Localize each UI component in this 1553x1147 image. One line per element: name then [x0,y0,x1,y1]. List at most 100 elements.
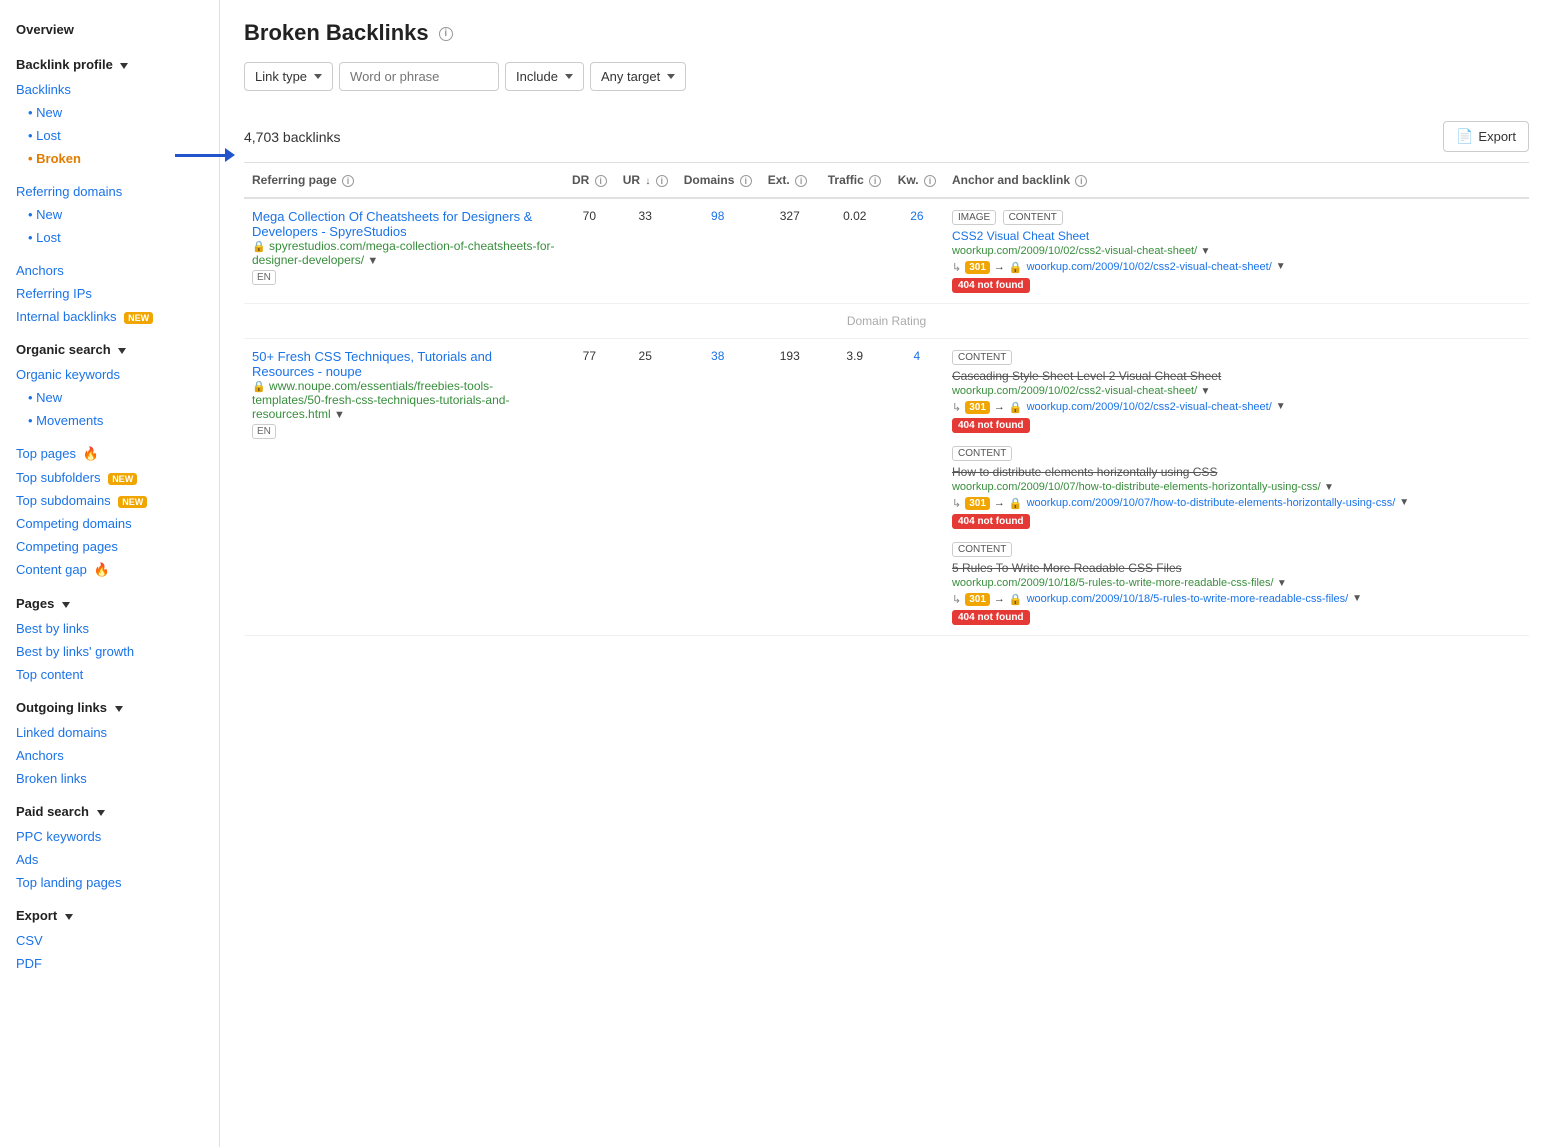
ur-cell-1: 33 [615,198,676,304]
extra-redirect-dropdown-2[interactable]: ▼ [1352,593,1362,604]
sidebar-pages[interactable]: Pages [0,590,219,617]
ur-cell-2: 25 [615,339,676,636]
tag-content-extra-1: CONTENT [952,446,1012,461]
sidebar-outgoing-links[interactable]: Outgoing links [0,694,219,721]
sidebar-backlinks-new[interactable]: • New [0,101,219,124]
redirect-arrow-extra-1: ↳ [952,497,961,510]
sidebar-csv[interactable]: CSV [0,929,219,952]
sidebar-organic-search[interactable]: Organic search [0,336,219,363]
traffic-info-icon: i [869,175,881,187]
col-ur[interactable]: UR ↓ i [615,163,676,198]
anchor-title-extra-1[interactable]: How to distribute elements horizontally … [952,465,1217,479]
sidebar-referring-ips[interactable]: Referring IPs [0,282,219,305]
tag-content-extra-2: CONTENT [952,542,1012,557]
sidebar-ads[interactable]: Ads [0,848,219,871]
sidebar-export[interactable]: Export [0,902,219,929]
export-button[interactable]: 📄 Export [1443,121,1529,152]
page-title: Broken Backlinks i [244,20,1529,46]
any-target-chevron [667,74,675,79]
sidebar-paid-search[interactable]: Paid search [0,798,219,825]
redirect-badge-2: 301 [965,401,990,414]
sidebar-broken-links[interactable]: Broken links [0,767,219,790]
domain-rating-row: Domain Rating [244,304,1529,339]
link-type-filter[interactable]: Link type [244,62,333,91]
sidebar-competing-pages[interactable]: Competing pages [0,535,219,558]
filters-bar: Link type Include Any target [244,62,1529,91]
col-domains: Domains i [676,163,760,198]
referring-page-cell-2: 50+ Fresh CSS Techniques, Tutorials and … [244,339,564,636]
sidebar-pdf[interactable]: PDF [0,952,219,975]
extra-dropdown-1[interactable]: ▼ [1324,482,1334,493]
lang-badge-2: EN [252,424,276,439]
sidebar-organic-new[interactable]: • New [0,386,219,409]
redirect-url-2[interactable]: woorkup.com/2009/10/02/css2-visual-cheat… [1027,401,1272,413]
sidebar-referring-domains[interactable]: Referring domains [0,180,219,203]
sidebar-organic-movements[interactable]: • Movements [0,409,219,432]
sidebar-linked-domains[interactable]: Linked domains [0,721,219,744]
redirect-url-extra-2[interactable]: woorkup.com/2009/10/18/5-rules-to-write-… [1027,593,1349,605]
referring-page-link-2[interactable]: 50+ Fresh CSS Techniques, Tutorials and … [252,349,492,379]
sidebar-competing-domains[interactable]: Competing domains [0,512,219,535]
anchor-cell-2: CONTENT Cascading Style Sheet Level 2 Vi… [944,339,1529,636]
dropdown-icon-1[interactable]: ▼ [367,255,378,267]
sidebar-backlinks-lost[interactable]: • Lost [0,124,219,147]
sidebar-internal-backlinks[interactable]: Internal backlinks NEW [0,305,219,328]
top-pages-fire-icon: 🔥 [83,446,99,461]
referring-page-cell: Mega Collection Of Cheatsheets for Desig… [244,198,564,304]
backlink-url-extra-2: woorkup.com/2009/10/18/5-rules-to-write-… [952,577,1274,589]
ext-info-icon: i [795,175,807,187]
backlinks-count: 4,703 backlinks [244,129,341,145]
paid-search-arrow [97,810,105,816]
sidebar-outgoing-anchors[interactable]: Anchors [0,744,219,767]
sidebar-overview[interactable]: Overview [0,16,219,43]
redirect-lock-icon-2: 🔒 [1009,401,1023,414]
backlink-dropdown-2[interactable]: ▼ [1201,386,1211,397]
sidebar-backlinks[interactable]: Backlinks [0,78,219,101]
lang-badge-1: EN [252,270,276,285]
sidebar-top-content[interactable]: Top content [0,663,219,686]
sidebar-referring-domains-lost[interactable]: • Lost [0,226,219,249]
sidebar-best-by-links[interactable]: Best by links [0,617,219,640]
domain-link-1[interactable]: spyrestudios.com [269,239,362,253]
pages-arrow [62,602,70,608]
sidebar-top-pages[interactable]: Top pages 🔥 [0,442,219,466]
redirect-lock-extra-2: 🔒 [1009,593,1023,606]
include-filter[interactable]: Include [505,62,584,91]
domains-info-icon: i [740,175,752,187]
anchor-title-link-2[interactable]: Cascading Style Sheet Level 2 Visual Che… [952,369,1221,383]
anchor-title-link-1[interactable]: CSS2 Visual Cheat Sheet [952,229,1089,243]
sidebar-best-by-links-growth[interactable]: Best by links' growth [0,640,219,663]
backlink-dropdown-1[interactable]: ▼ [1201,246,1211,257]
dr-info-icon: i [595,175,607,187]
sidebar-top-subfolders[interactable]: Top subfolders NEW [0,466,219,489]
traffic-cell-2: 3.9 [820,339,890,636]
redirect-badge-extra-2: 301 [965,593,990,606]
sidebar-referring-domains-new[interactable]: • New [0,203,219,226]
redirect-arrow-icon-1: ↳ [952,261,961,274]
redirect-url-extra-1[interactable]: woorkup.com/2009/10/07/how-to-distribute… [1027,497,1396,509]
sidebar-backlink-profile[interactable]: Backlink profile [0,51,219,78]
sidebar-anchors[interactable]: Anchors [0,259,219,282]
redirect-row-extra-2: ↳ 301 → 🔒 woorkup.com/2009/10/18/5-rules… [952,593,1521,606]
redirect-url-1[interactable]: woorkup.com/2009/10/02/css2-visual-cheat… [1027,261,1272,273]
dropdown-icon-2[interactable]: ▼ [334,409,345,421]
top-subfolders-badge: NEW [108,473,137,485]
referring-page-link-1[interactable]: Mega Collection Of Cheatsheets for Desig… [252,209,532,239]
sidebar-top-subdomains[interactable]: Top subdomains NEW [0,489,219,512]
redirect-dropdown-1[interactable]: ▼ [1276,261,1286,272]
anchor-title-extra-2[interactable]: 5 Rules To Write More Readable CSS Files [952,561,1182,575]
not-found-badge-extra-1: 404 not found [952,510,1521,529]
sidebar-top-landing-pages[interactable]: Top landing pages [0,871,219,894]
col-dr: DR i [564,163,615,198]
sidebar-content-gap[interactable]: Content gap 🔥 [0,558,219,582]
extra-redirect-dropdown-1[interactable]: ▼ [1399,497,1409,508]
sidebar-ppc-keywords[interactable]: PPC keywords [0,825,219,848]
word-or-phrase-input[interactable] [339,62,499,91]
redirect-lock-extra-1: 🔒 [1009,497,1023,510]
redirect-dropdown-2[interactable]: ▼ [1276,401,1286,412]
extra-dropdown-2[interactable]: ▼ [1277,578,1287,589]
domain-link-2[interactable]: www.noupe.com [269,379,357,393]
any-target-filter[interactable]: Any target [590,62,686,91]
broken-pointer [175,148,235,162]
sidebar-organic-keywords[interactable]: Organic keywords [0,363,219,386]
